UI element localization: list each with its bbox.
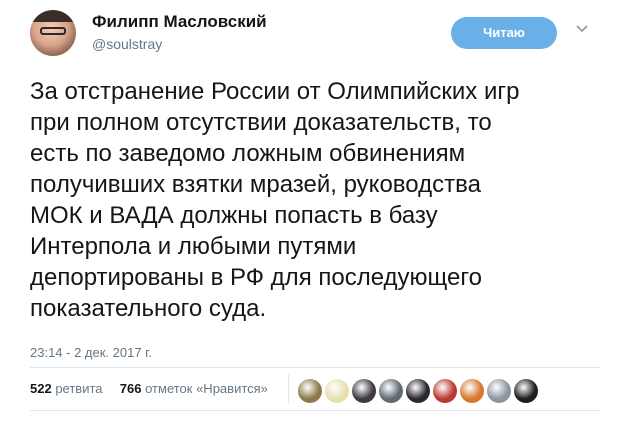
- chevron-down-icon[interactable]: [576, 25, 588, 37]
- tweet-text-line: МОК и ВАДА должны попасть в базу: [30, 202, 438, 229]
- stats-separator: [288, 374, 289, 404]
- tweet-text-line: Интерпола и любыми путями: [30, 233, 357, 260]
- tweet-text-line: есть по заведомо ложным обвинениям: [30, 140, 466, 167]
- divider: [30, 410, 600, 411]
- liker-avatar-6[interactable]: [433, 379, 457, 403]
- tweet-text-line: получивших взятки мразей, руководства: [30, 171, 481, 198]
- tweet-timestamp[interactable]: 23:14 - 2 дек. 2017 г.: [30, 345, 152, 360]
- tweet-text: За отстранение России от Олимпийских игр…: [30, 76, 600, 324]
- tweet-card: Филипп Масловский @soulstray Читаю За от…: [0, 0, 624, 431]
- tweet-stats: 522 ретвита 766 отметок «Нравится»: [30, 381, 268, 396]
- tweet-text-line: показательного суда.: [30, 295, 267, 322]
- likes-count[interactable]: 766: [120, 381, 142, 396]
- avatar-glasses: [40, 27, 66, 35]
- author-name[interactable]: Филипп Масловский: [92, 12, 267, 32]
- liker-avatar-2[interactable]: [325, 379, 349, 403]
- liker-avatar-9[interactable]: [514, 379, 538, 403]
- author-avatar[interactable]: [30, 10, 76, 56]
- liker-avatar-7[interactable]: [460, 379, 484, 403]
- likes-label[interactable]: отметок «Нравится»: [145, 381, 268, 396]
- tweet-text-line: при полном отсутствии доказательств, то: [30, 109, 492, 136]
- divider: [30, 367, 600, 368]
- following-button[interactable]: Читаю: [451, 17, 557, 49]
- avatar-hair: [32, 10, 74, 22]
- tweet-text-line: депортированы в РФ для последующего: [30, 264, 482, 291]
- author-handle[interactable]: @soulstray: [92, 36, 162, 52]
- liker-avatar-3[interactable]: [352, 379, 376, 403]
- retweets-count[interactable]: 522: [30, 381, 52, 396]
- liker-avatar-5[interactable]: [406, 379, 430, 403]
- liker-avatar-1[interactable]: [298, 379, 322, 403]
- tweet-text-line: За отстранение России от Олимпийских игр: [30, 78, 520, 105]
- liker-avatar-8[interactable]: [487, 379, 511, 403]
- retweets-label[interactable]: ретвита: [55, 381, 102, 396]
- liker-avatar-4[interactable]: [379, 379, 403, 403]
